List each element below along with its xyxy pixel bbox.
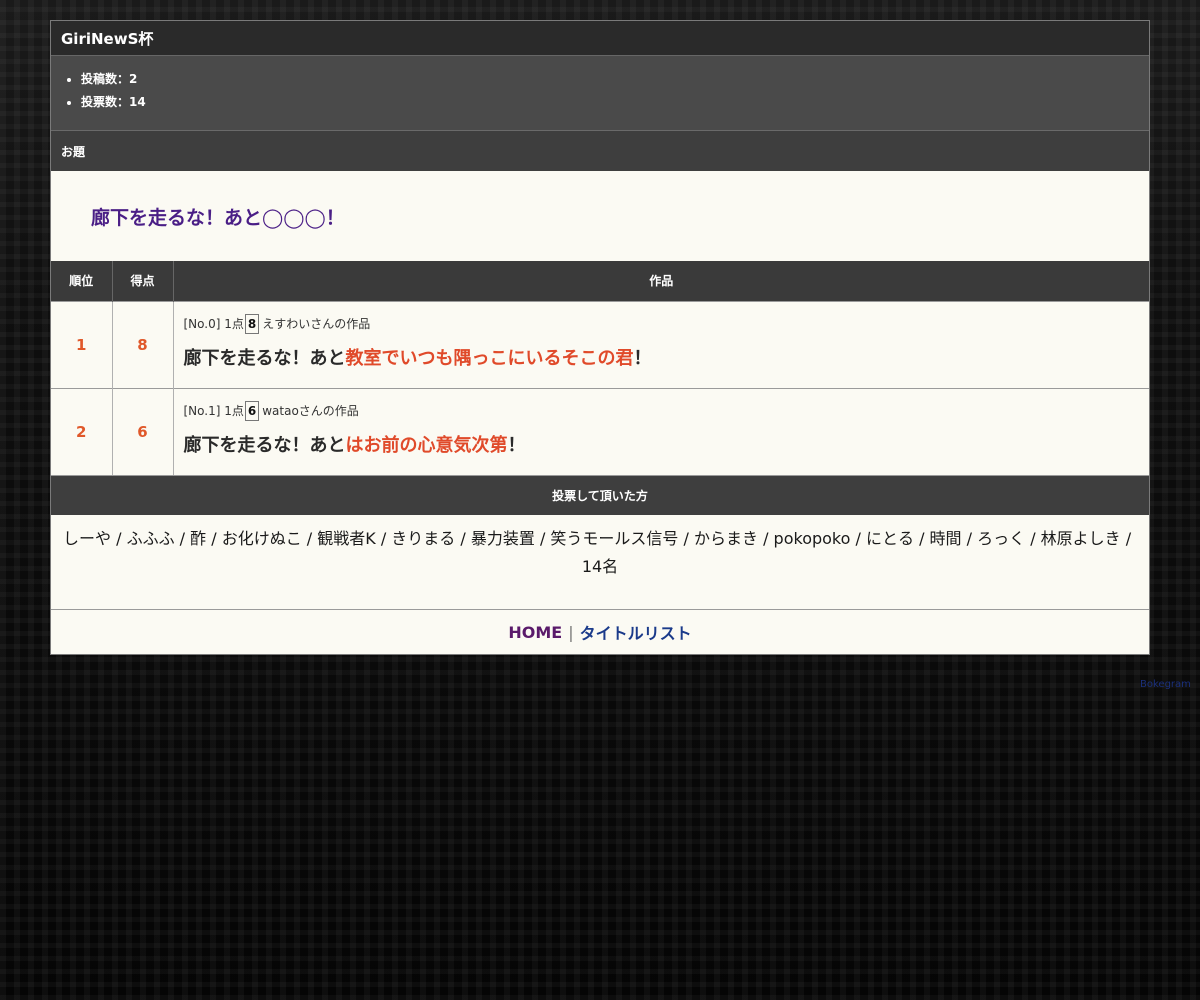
contest-title: GiriNewS杯 xyxy=(51,21,1149,56)
score-cell: 8 xyxy=(112,300,174,388)
entry-text: 廊下を走るな！あと教室でいつも隅っこにいるそこの君！ xyxy=(184,344,1150,370)
rank-cell: 1 xyxy=(51,300,113,388)
entry-suffix: ！ xyxy=(633,347,652,369)
entry-text: 廊下を走るな！あとはお前の心意気次第！ xyxy=(184,431,1150,457)
entry-highlight: 教室でいつも隅っこにいるそこの君 xyxy=(345,347,634,369)
entry-prefix: 廊下を走るな！あと xyxy=(183,434,346,456)
entry-highlight: はお前の心意気次第 xyxy=(345,434,508,456)
entry-number: [No.1] 1点 xyxy=(183,404,244,418)
footer-nav: HOME | タイトルリスト xyxy=(51,610,1149,654)
table-header-row: 順位 得点 作品 xyxy=(51,261,1149,301)
topic-label: お題 xyxy=(51,131,1149,171)
entry-prefix: 廊下を走るな！あと xyxy=(183,347,346,369)
nav-separator: | xyxy=(568,622,574,642)
post-count: 投稿数：2 xyxy=(81,68,1139,91)
entry-points-badge: 8 xyxy=(244,313,260,334)
score-cell: 6 xyxy=(112,387,174,475)
entry-meta: [No.1] 1点 6 wataoさんの作品 xyxy=(183,400,1150,421)
table-row: 2 6 [No.1] 1点 6 wataoさんの作品 廊下を走るな！あとはお前の… xyxy=(51,387,1150,475)
voter-count: 14名 xyxy=(581,557,619,576)
results-table: 順位 得点 作品 1 8 [No.0] 1点 8 えすわいさんの作品 廊下を走る… xyxy=(51,261,1149,475)
work-cell: [No.0] 1点 8 えすわいさんの作品 廊下を走るな！あと教室でいつも隅っこ… xyxy=(173,300,1150,388)
vote-count: 投票数：14 xyxy=(81,91,1139,114)
entry-suffix: ！ xyxy=(507,434,526,456)
entry-meta: [No.0] 1点 8 えすわいさんの作品 xyxy=(183,313,1150,334)
rank-cell: 2 xyxy=(51,387,113,475)
entry-points-badge: 6 xyxy=(244,400,260,421)
voters-list: しーや / ふふふ / 酢 / お化けぬこ / 観戦者K / きりまる / 暴力… xyxy=(63,529,1132,548)
title-list-link[interactable]: タイトルリスト xyxy=(580,620,692,644)
home-link[interactable]: HOME xyxy=(508,623,562,642)
entry-author: えすわいさんの作品 xyxy=(262,317,371,331)
stats-panel: 投稿数：2 投票数：14 xyxy=(51,56,1149,131)
entry-number: [No.0] 1点 xyxy=(183,317,244,331)
work-cell: [No.1] 1点 6 wataoさんの作品 廊下を走るな！あとはお前の心意気次… xyxy=(173,387,1150,475)
bokegram-credit-link[interactable]: Bokegram xyxy=(1140,679,1191,690)
table-row: 1 8 [No.0] 1点 8 えすわいさんの作品 廊下を走るな！あと教室でいつ… xyxy=(51,300,1150,388)
entry-author: wataoさんの作品 xyxy=(262,404,359,418)
column-header-rank: 順位 xyxy=(51,261,113,301)
column-header-work: 作品 xyxy=(173,261,1149,301)
topic-text: 廊下を走るな！あと◯◯◯！ xyxy=(91,206,345,229)
voters-label: 投票して頂いた方 xyxy=(51,475,1149,515)
contest-panel: GiriNewS杯 投稿数：2 投票数：14 お題 廊下を走るな！あと◯◯◯！ … xyxy=(50,20,1150,655)
column-header-score: 得点 xyxy=(112,261,174,301)
voters-section: しーや / ふふふ / 酢 / お化けぬこ / 観戦者K / きりまる / 暴力… xyxy=(51,515,1149,610)
